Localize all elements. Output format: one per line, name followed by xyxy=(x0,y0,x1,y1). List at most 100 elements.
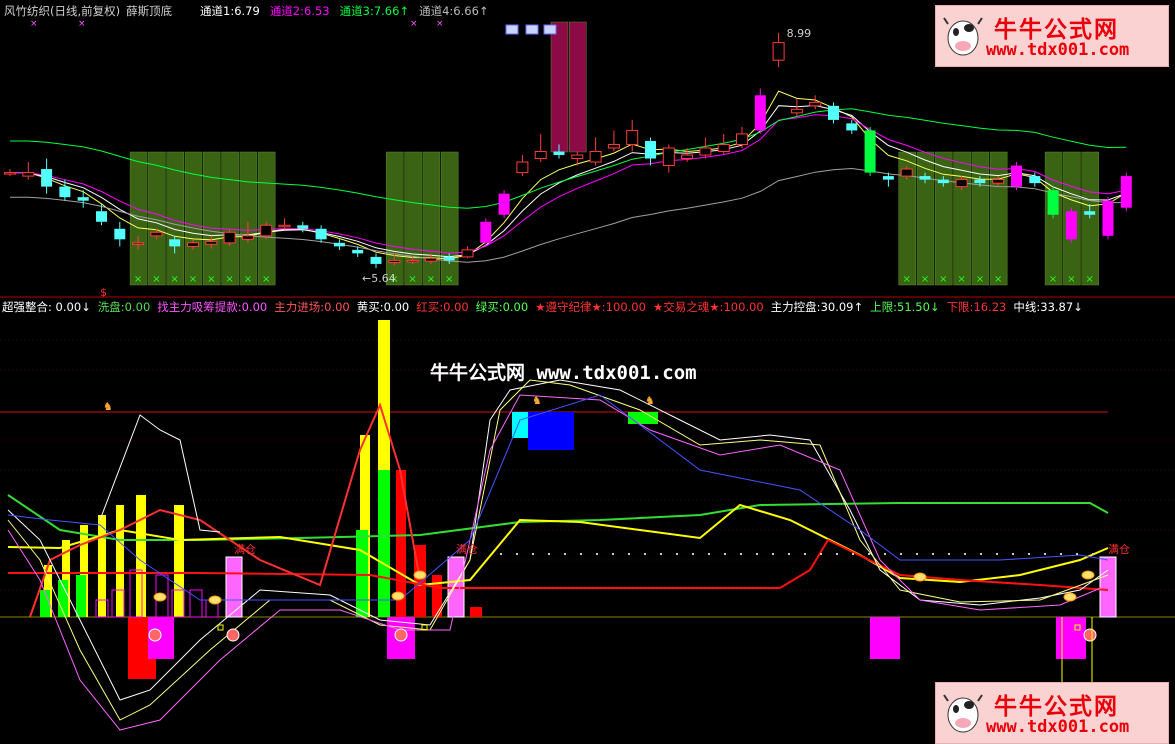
dot-marker xyxy=(580,553,582,555)
magenta-bar xyxy=(1056,617,1086,659)
cross-mark: × xyxy=(445,274,453,285)
coin-icon xyxy=(913,572,927,582)
candle-body xyxy=(1084,211,1096,215)
candle-body xyxy=(278,224,291,228)
top-legend-item: 通道3:7.66↑ xyxy=(340,4,409,18)
bottom-zone-block xyxy=(440,151,459,286)
green-control-line xyxy=(7,494,1109,541)
candle-body xyxy=(22,172,35,177)
bottom-legend-value: 16.23 xyxy=(973,300,1007,314)
cross-mark: × xyxy=(436,19,444,29)
logo-bottom: 牛牛公式网 www.tdx001.com xyxy=(935,682,1169,744)
red-buy-bar xyxy=(470,607,482,617)
green-buy-bar xyxy=(40,590,50,617)
dot-marker xyxy=(804,553,806,555)
bottom-legend-label: ★遵守纪律★: xyxy=(535,300,606,314)
candle-body xyxy=(352,249,364,254)
dot-marker xyxy=(852,553,854,555)
bottom-legend-item: 红买:0.00 xyxy=(416,300,468,314)
top-legend-item: 通道1:6.79 xyxy=(200,4,260,18)
top-panel-header: 风竹纺织(日线,前复权) 薛斯顶底 xyxy=(4,4,178,18)
dot-marker xyxy=(948,553,950,555)
candle-body xyxy=(882,176,894,180)
dot-marker xyxy=(1044,553,1046,555)
cross-mark: × xyxy=(189,274,197,285)
candle-body xyxy=(96,211,107,222)
bottom-legend-label: 主力控盘: xyxy=(770,300,821,314)
cross-mark: × xyxy=(1049,274,1057,285)
candle-body xyxy=(498,193,510,215)
logo-title: 牛牛公式网 xyxy=(994,694,1119,720)
candle-body xyxy=(1120,176,1132,208)
candle-body xyxy=(41,169,53,187)
coin-icon xyxy=(153,592,167,602)
dot-marker xyxy=(788,553,790,555)
candle-body xyxy=(114,228,126,240)
green-buy-bar xyxy=(356,530,368,617)
candle-body xyxy=(645,140,656,159)
coin-icon xyxy=(208,595,222,605)
cross-mark: × xyxy=(262,274,270,285)
cross-mark: × xyxy=(30,19,38,29)
dot-marker xyxy=(1012,553,1014,555)
logo-url: www.tdx001.com xyxy=(986,40,1130,60)
yellow-buy-bar xyxy=(136,495,146,617)
cross-mark: × xyxy=(410,19,418,29)
dot-marker xyxy=(724,553,726,555)
stock-title: 风竹纺织(日线,前复权) xyxy=(4,4,121,18)
candle-body xyxy=(370,256,382,264)
cross-mark: × xyxy=(921,274,929,285)
cross-mark: × xyxy=(408,274,416,285)
bottom-legend-value: 100.00 xyxy=(605,300,646,314)
top-zone-block xyxy=(569,21,587,153)
green-buy-bar xyxy=(378,470,390,617)
dot-marker xyxy=(660,553,662,555)
candle-body xyxy=(900,168,913,177)
bottom-legend-label: 超强整合 xyxy=(2,300,48,314)
dot-marker xyxy=(964,553,966,555)
bottom-legend-value: 0.00 xyxy=(383,300,410,314)
cross-mark: × xyxy=(207,274,215,285)
bottom-legend-item: 下限:16.23 xyxy=(947,300,1007,314)
ball-icon xyxy=(394,628,408,642)
cross-mark: × xyxy=(1067,274,1075,285)
dot-marker xyxy=(548,553,550,555)
bottom-legend-item: 中线:33.87↓ xyxy=(1013,300,1082,314)
bottom-zone-block xyxy=(971,151,990,286)
candle-body xyxy=(516,161,529,174)
bottom-zone-block xyxy=(935,151,953,286)
bottom-legend-label: ★交易之魂★: xyxy=(652,300,724,314)
dot-marker xyxy=(916,553,918,555)
bottom-legend-value: 100.00 xyxy=(723,300,764,314)
signal-box-blue xyxy=(528,412,574,450)
bottom-legend-item: 洗盘:0.00 xyxy=(98,300,150,314)
candle-body xyxy=(59,186,71,198)
bottom-zone-block xyxy=(184,151,203,286)
bottom-legend-item: ★交易之魂★:100.00 xyxy=(653,300,764,314)
candle-body xyxy=(132,242,145,245)
top-legend-label: 通道2: xyxy=(269,4,305,18)
top-legend-label: 通道4: xyxy=(419,4,454,18)
bottom-legend-label: 主力进场: xyxy=(274,300,325,314)
cross-mark: × xyxy=(976,274,984,285)
coin-icon xyxy=(413,570,427,580)
candle-body xyxy=(1011,165,1022,187)
candle-body xyxy=(662,147,675,167)
candle-body xyxy=(1102,200,1114,236)
bottom-legend-value: 51.50↓ xyxy=(897,300,940,314)
candle-body xyxy=(828,105,839,120)
cross-mark: × xyxy=(994,274,1002,285)
top-legend-value: 6.66↑ xyxy=(453,4,489,18)
bottom-zone-block xyxy=(1081,151,1099,286)
candle-body xyxy=(754,95,766,131)
bottom-legend-item: 绿买:0.00 xyxy=(476,300,528,314)
bottom-legend-value: 0.00 xyxy=(443,300,469,314)
bottom-legend-label: 黄买: xyxy=(356,300,384,314)
dot-marker xyxy=(1028,553,1030,555)
bottom-zone-block xyxy=(1044,151,1063,286)
candle-body xyxy=(315,228,327,240)
dot-marker xyxy=(500,553,502,555)
cross-mark: × xyxy=(427,274,435,285)
high-price-label: 8.99 xyxy=(787,27,812,40)
candle-body xyxy=(333,242,345,247)
